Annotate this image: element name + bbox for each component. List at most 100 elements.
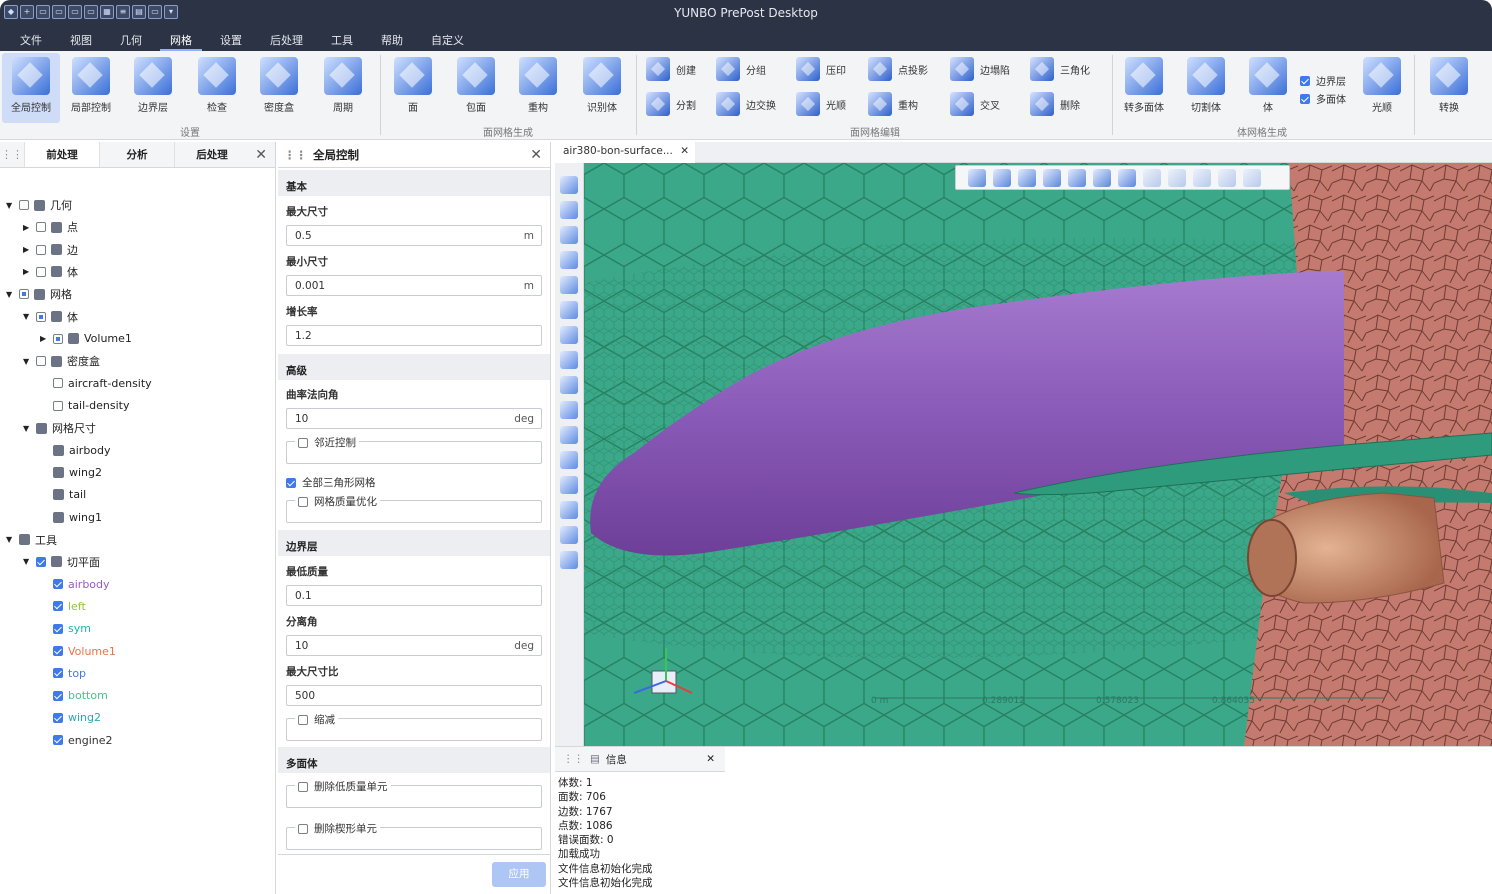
cube-view-icon[interactable] [560, 301, 578, 319]
intersect-button[interactable]: 交叉 [950, 92, 1000, 116]
menu-item[interactable]: 文件 [10, 27, 52, 51]
tab-preprocess[interactable]: 前处理 [24, 142, 99, 167]
create-button[interactable]: 创建 [646, 57, 696, 81]
tree-checkbox[interactable] [36, 556, 46, 567]
tree-item[interactable]: ▶ 体 [23, 262, 78, 282]
growth-rate-input[interactable]: 1.2 [286, 325, 542, 346]
tree-checkbox[interactable] [36, 222, 46, 233]
edge-collapse-button[interactable]: 边塌陷 [950, 57, 1010, 81]
tree-checkbox[interactable] [53, 378, 63, 389]
max-size-input[interactable]: 0.5 m [286, 225, 542, 246]
shrink-checkbox[interactable]: 缩减 [295, 712, 338, 727]
convert-poly-button[interactable]: 转多面体 [1114, 53, 1174, 123]
expand-arrow-icon[interactable]: ▶ [23, 245, 31, 254]
rebuild-button[interactable]: 重构 [868, 92, 918, 116]
zoom-box-icon[interactable] [560, 226, 578, 244]
curvature-angle-input[interactable]: 10 deg [286, 408, 542, 429]
proximity-checkbox[interactable]: 邻近控制 [295, 435, 359, 450]
tree-item[interactable]: ▼ 工具 [6, 530, 57, 550]
tree-checkbox[interactable] [53, 601, 63, 612]
wireframe-icon[interactable] [1018, 169, 1036, 187]
surface-button[interactable]: 面 [383, 53, 443, 123]
iso-view-icon[interactable] [560, 401, 578, 419]
select-arrow-icon[interactable] [968, 169, 986, 187]
tab-analysis[interactable]: 分析 [99, 142, 174, 167]
side-view-icon[interactable] [560, 376, 578, 394]
tree-item[interactable]: aircraft-density [40, 373, 152, 393]
expand-arrow-icon[interactable]: ▼ [23, 424, 31, 433]
mesh-icon[interactable] [1118, 169, 1136, 187]
select-icon[interactable] [560, 276, 578, 294]
tree-checkbox[interactable] [53, 400, 63, 411]
tree-item[interactable]: sym [40, 619, 91, 639]
top-view-icon[interactable] [560, 351, 578, 369]
front-view-icon[interactable] [560, 326, 578, 344]
tree-item[interactable]: wing2 [40, 463, 102, 483]
zoom-icon[interactable] [560, 201, 578, 219]
cube-d-icon[interactable] [1243, 169, 1261, 187]
tree-checkbox[interactable] [36, 356, 46, 367]
wrap-button[interactable]: 包面 [446, 53, 506, 123]
info-tab[interactable]: ⋮⋮ ▤ 信息 ✕ [555, 747, 725, 772]
tree-checkbox[interactable] [19, 289, 29, 300]
checkbox[interactable] [1300, 93, 1310, 104]
expand-arrow-icon[interactable]: ▼ [23, 312, 31, 321]
tree-item[interactable]: ▶ 点 [23, 217, 78, 237]
fit-icon[interactable] [560, 251, 578, 269]
rebuild-button[interactable]: 重构 [508, 53, 568, 123]
cube-b-icon[interactable] [1193, 169, 1211, 187]
tree-checkbox[interactable] [53, 646, 63, 656]
menu-item[interactable]: 后处理 [260, 27, 313, 51]
all-triangle-checkbox[interactable]: 全部三角形网格 [286, 475, 376, 490]
tree-checkbox[interactable] [53, 668, 63, 679]
pan-icon[interactable] [560, 176, 578, 194]
tree-checkbox[interactable] [53, 623, 63, 634]
expand-arrow-icon[interactable]: ▼ [6, 201, 14, 210]
tree-item[interactable]: ▼ 密度盒 [23, 351, 100, 371]
tree-checkbox[interactable] [19, 200, 29, 210]
tree-item[interactable]: top [40, 663, 86, 683]
imprint-button[interactable]: 压印 [796, 57, 846, 81]
render-icon[interactable] [560, 476, 578, 494]
tree-checkbox[interactable] [36, 311, 46, 322]
expand-arrow-icon[interactable]: ▼ [6, 535, 14, 544]
drag-handle-icon[interactable]: ⋮⋮ [563, 753, 584, 765]
split-button[interactable]: 分割 [646, 92, 696, 116]
tree-item[interactable]: tail [40, 485, 86, 505]
smooth-button[interactable]: 光顺 [796, 92, 846, 116]
identify-body-button[interactable]: 识别体 [572, 53, 632, 123]
delete-wedge-checkbox[interactable]: 删除楔形单元 [295, 821, 380, 836]
convert-button[interactable]: 转换 [1420, 53, 1478, 123]
close-icon[interactable]: ✕ [530, 147, 542, 163]
boundary-layer-button[interactable]: 边界层 [124, 53, 182, 123]
menu-item[interactable]: 工具 [321, 27, 363, 51]
viewport-tab[interactable]: air380-bon-surface... ✕ [555, 142, 695, 163]
tree-checkbox[interactable] [36, 266, 46, 277]
cube-c-icon[interactable] [1218, 169, 1236, 187]
check-button[interactable]: 检查 [188, 53, 246, 123]
tree-item[interactable]: wing1 [40, 507, 102, 527]
triangulate-button[interactable]: 三角化 [1030, 57, 1090, 81]
tree-checkbox[interactable] [53, 690, 63, 701]
tree-item[interactable]: ▼ 体 [23, 307, 78, 327]
menu-item[interactable]: 帮助 [371, 27, 413, 51]
drag-handle-icon[interactable]: ⋮⋮ [284, 148, 307, 162]
expand-arrow-icon[interactable]: ▶ [23, 267, 31, 276]
min-quality-input[interactable]: 0.1 [286, 585, 542, 606]
undo-icon[interactable] [560, 501, 578, 519]
menu-item[interactable]: 视图 [60, 27, 102, 51]
3d-viewport[interactable]: 0 m 0.289012 0.578023 0.864035 [584, 163, 1492, 746]
max-ratio-input[interactable]: 500 [286, 685, 542, 706]
shaded-icon[interactable] [993, 169, 1011, 187]
close-icon[interactable]: ✕ [680, 145, 689, 157]
tree-item[interactable]: ▼ 几何 [6, 195, 72, 215]
color-icon[interactable] [560, 426, 578, 444]
close-icon[interactable]: ✕ [706, 753, 715, 765]
checkbox[interactable] [1300, 75, 1310, 86]
menu-item[interactable]: 网格 [160, 27, 202, 51]
tree-item[interactable]: engine2 [40, 730, 113, 750]
tree-item[interactable]: ▼ 网格尺寸 [23, 418, 96, 438]
edge-swap-button[interactable]: 边交换 [716, 92, 776, 116]
tree-item[interactable]: left [40, 596, 86, 616]
box-icon[interactable] [1068, 169, 1086, 187]
